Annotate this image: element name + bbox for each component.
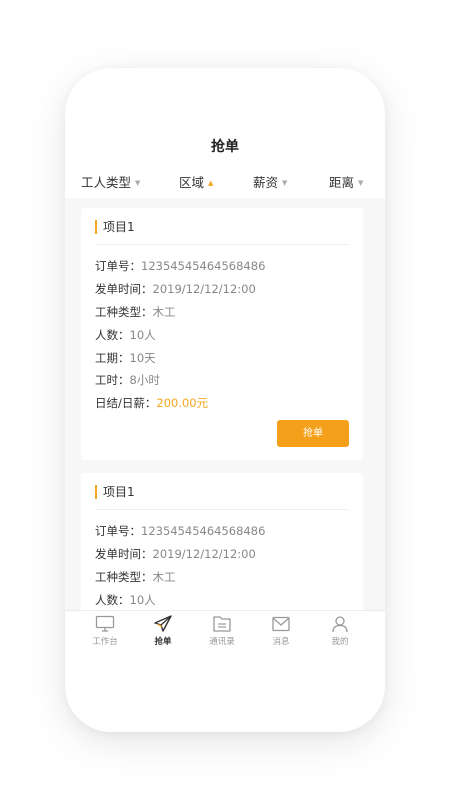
app-screen: 抢单 工人类型 ▼ 区域 ▲ 薪资 ▼ 距离 ▼ 项目1 订单号：12354545464… — [65, 68, 385, 732]
pay-value: 200.00元 — [156, 396, 209, 410]
row-label: 工期： — [95, 351, 130, 365]
tab-messages[interactable]: 消息 — [256, 615, 306, 647]
bottom-tab-bar: 工作台 抢单 通讯录 消息 我的 — [65, 610, 385, 655]
filter-region[interactable]: 区域 ▲ — [179, 172, 213, 191]
grab-order-button[interactable]: 抢单 — [277, 420, 349, 447]
row-label: 工时： — [95, 373, 130, 387]
order-number-row: 订单号：12354545464568486 — [95, 258, 265, 274]
row-label: 订单号： — [95, 259, 141, 273]
caret-down-icon: ▼ — [135, 179, 141, 187]
tab-contacts[interactable]: 通讯录 — [197, 615, 247, 647]
tab-label: 通讯录 — [209, 637, 235, 647]
page-title: 抢单 — [211, 139, 239, 155]
row-label: 工种类型： — [95, 305, 153, 319]
order-card[interactable]: 项目1 订单号：12354545464568486 发单时间：2019/12/1… — [81, 473, 363, 623]
order-number-row: 订单号：12354545464568486 — [95, 523, 265, 539]
filter-label: 距离 — [329, 175, 355, 190]
hours-row: 工时：8小时 — [95, 372, 160, 388]
caret-up-icon: ▲ — [208, 179, 214, 187]
post-time-row: 发单时间：2019/12/12/12:00 — [95, 546, 256, 562]
headcount-row: 人数：10人 — [95, 327, 156, 343]
tab-label: 工作台 — [92, 637, 118, 647]
caret-down-icon: ▼ — [358, 179, 364, 187]
card-title: 项目1 — [95, 485, 135, 499]
work-type-value: 木工 — [152, 570, 176, 584]
monitor-icon — [95, 615, 115, 632]
headcount-value: 10人 — [129, 328, 156, 342]
post-time-row: 发单时间：2019/12/12/12:00 — [95, 281, 256, 297]
pay-row: 日结/日薪：200.00元 — [95, 395, 208, 411]
divider — [95, 509, 349, 510]
post-time-value: 2019/12/12/12:00 — [152, 547, 256, 561]
folder-icon — [213, 616, 231, 632]
filter-salary[interactable]: 薪资 ▼ — [253, 172, 287, 191]
tab-label: 抢单 — [154, 637, 172, 647]
row-label: 订单号： — [95, 524, 141, 538]
filter-worker-type[interactable]: 工人类型 ▼ — [81, 172, 140, 191]
work-type-value: 木工 — [152, 305, 176, 319]
headcount-value: 10人 — [129, 593, 156, 607]
tab-mine[interactable]: 我的 — [315, 615, 365, 647]
period-value: 10天 — [129, 351, 156, 365]
row-label: 人数： — [95, 328, 130, 342]
tab-grab-order[interactable]: 抢单 — [138, 615, 188, 647]
row-label: 人数： — [95, 593, 130, 607]
paper-plane-icon — [154, 615, 172, 632]
envelope-icon — [272, 616, 290, 632]
row-label: 发单时间： — [95, 282, 153, 296]
order-number-value: 12354545464568486 — [141, 259, 266, 273]
work-type-row: 工种类型：木工 — [95, 304, 176, 320]
phone-frame: 抢单 工人类型 ▼ 区域 ▲ 薪资 ▼ 距离 ▼ 项目1 订单号：12354545464… — [65, 68, 385, 732]
row-label: 日结/日薪： — [95, 396, 157, 410]
order-number-value: 12354545464568486 — [141, 524, 266, 538]
person-icon — [332, 616, 348, 633]
work-type-row: 工种类型：木工 — [95, 569, 176, 585]
row-label: 工种类型： — [95, 570, 153, 584]
tab-label: 我的 — [331, 637, 349, 647]
filter-label: 薪资 — [253, 175, 279, 190]
row-label: 发单时间： — [95, 547, 153, 561]
tab-workbench[interactable]: 工作台 — [80, 615, 130, 647]
filter-label: 区域 — [179, 175, 205, 190]
hours-value: 8小时 — [129, 373, 160, 387]
divider — [95, 244, 349, 245]
caret-down-icon: ▼ — [282, 179, 288, 187]
period-row: 工期：10天 — [95, 350, 156, 366]
filter-bar: 工人类型 ▼ 区域 ▲ 薪资 ▼ 距离 ▼ — [65, 172, 385, 192]
filter-distance[interactable]: 距离 ▼ — [329, 172, 363, 191]
headcount-row: 人数：10人 — [95, 592, 156, 608]
card-title: 项目1 — [95, 220, 135, 234]
order-card[interactable]: 项目1 订单号：12354545464568486 发单时间：2019/12/1… — [81, 208, 363, 460]
post-time-value: 2019/12/12/12:00 — [152, 282, 256, 296]
tab-label: 消息 — [272, 637, 290, 647]
filter-label: 工人类型 — [81, 175, 132, 190]
